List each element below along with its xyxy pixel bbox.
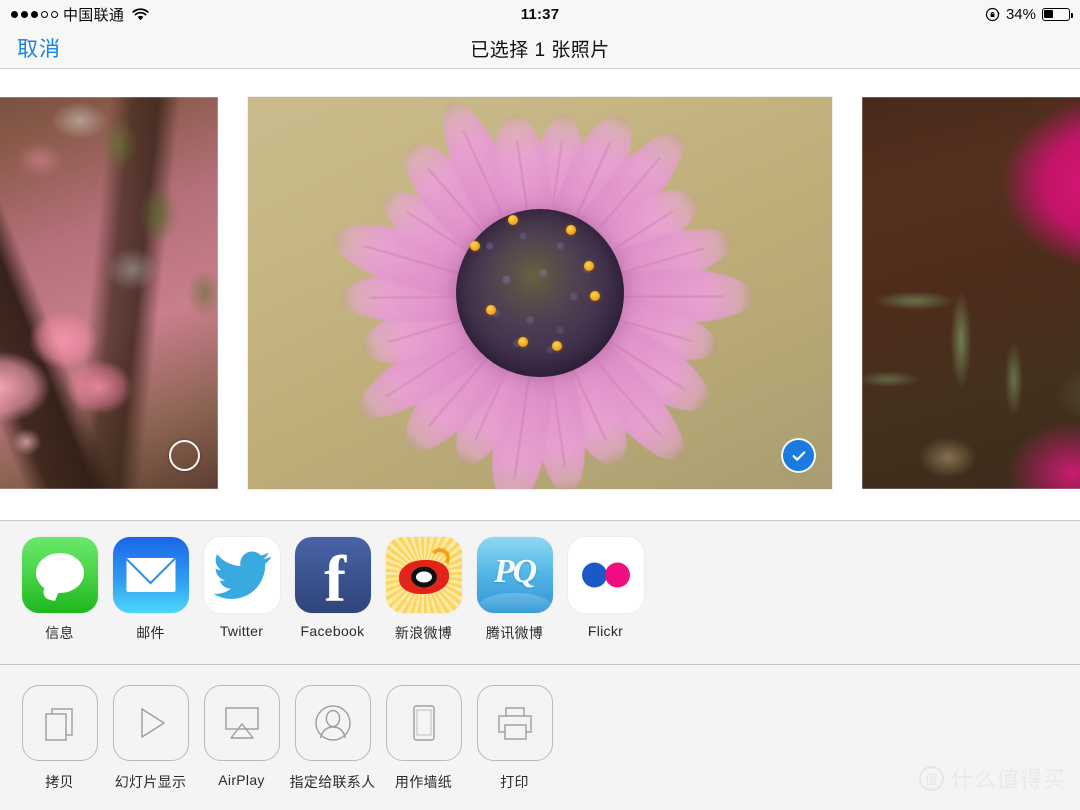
copy-icon <box>21 685 98 761</box>
action-use-as-wallpaper[interactable]: 用作墙纸 <box>378 685 469 792</box>
rotation-lock-icon <box>985 7 1000 22</box>
share-app-tencent-weibo[interactable]: PQ 腾讯微博 <box>469 537 560 643</box>
photo-thumbnail-purple-daisy[interactable] <box>248 97 832 489</box>
share-app-label: 邮件 <box>136 625 165 641</box>
daisy-center <box>456 209 624 377</box>
assign-contact-icon <box>294 685 371 761</box>
share-app-label: Facebook <box>300 623 365 639</box>
photo-thumbnail-cherry-blossom[interactable] <box>0 97 218 489</box>
ios-share-sheet-screen: 中国联通 11:37 34% 取消 已选择 1 张照片 信息 邮件 Twitte… <box>0 0 1080 810</box>
share-app-twitter[interactable]: Twitter <box>196 537 287 639</box>
wallpaper-icon <box>385 685 462 761</box>
share-app-label: Flickr <box>587 623 624 639</box>
action-label: 幻灯片显示 <box>114 774 187 790</box>
action-label: 用作墙纸 <box>394 774 453 790</box>
share-app-messages[interactable]: 信息 <box>14 537 105 643</box>
share-app-label: Twitter <box>219 623 264 639</box>
cherry-blossom-image <box>0 97 218 489</box>
photo-select-circle[interactable] <box>169 440 200 471</box>
twitter-icon <box>203 537 280 613</box>
share-app-label: 信息 <box>45 625 74 641</box>
status-bar-right: 34% <box>985 5 1073 23</box>
action-airplay[interactable]: AirPlay <box>196 685 287 788</box>
action-print[interactable]: 打印 <box>469 685 560 792</box>
share-app-sina-weibo[interactable]: 新浪微博 <box>378 537 469 643</box>
flickr-icon <box>567 537 644 613</box>
share-app-facebook[interactable]: f Facebook <box>287 537 378 639</box>
action-slideshow[interactable]: 幻灯片显示 <box>105 685 196 792</box>
tencent-weibo-icon: PQ <box>476 537 553 613</box>
magenta-petal-image <box>862 97 1080 489</box>
action-assign-to-contact[interactable]: 指定给联系人 <box>287 685 378 792</box>
action-label: 打印 <box>500 774 529 790</box>
navigation-bar: 取消 已选择 1 张照片 <box>0 28 1080 69</box>
messages-icon <box>21 537 98 613</box>
share-app-row: 信息 邮件 Twitter f Facebook 新浪微博 PQ 腾讯微博 Fl… <box>0 521 1080 664</box>
purple-daisy-image <box>248 97 832 489</box>
print-icon <box>476 685 553 761</box>
status-bar-time: 11:37 <box>520 5 560 23</box>
mail-icon <box>112 537 189 613</box>
airplay-icon <box>203 685 280 761</box>
photo-strip <box>0 69 1080 520</box>
action-row: 拷贝 幻灯片显示 AirPlay 指定给联系人 用作墙纸 打印 <box>0 665 1080 810</box>
share-app-mail[interactable]: 邮件 <box>105 537 196 643</box>
action-label: AirPlay <box>218 772 265 788</box>
action-label: 拷贝 <box>45 774 74 790</box>
facebook-icon: f <box>294 537 371 613</box>
share-app-label: 新浪微博 <box>394 625 453 641</box>
action-copy[interactable]: 拷贝 <box>14 685 105 792</box>
sina-weibo-icon <box>385 537 462 613</box>
battery-percentage: 34% <box>1005 5 1036 23</box>
share-app-label: 腾讯微博 <box>485 625 544 641</box>
battery-icon <box>1042 7 1073 21</box>
page-title: 已选择 1 张照片 <box>470 39 610 61</box>
action-label: 指定给联系人 <box>289 774 376 790</box>
status-bar: 中国联通 11:37 34% <box>0 0 1080 28</box>
slideshow-icon <box>112 685 189 761</box>
photo-selected-checkmark[interactable] <box>783 440 814 471</box>
share-sheet-panel: 信息 邮件 Twitter f Facebook 新浪微博 PQ 腾讯微博 Fl… <box>0 520 1080 810</box>
share-app-flickr[interactable]: Flickr <box>560 537 651 639</box>
photo-thumbnail-magenta-petal[interactable] <box>862 97 1080 489</box>
